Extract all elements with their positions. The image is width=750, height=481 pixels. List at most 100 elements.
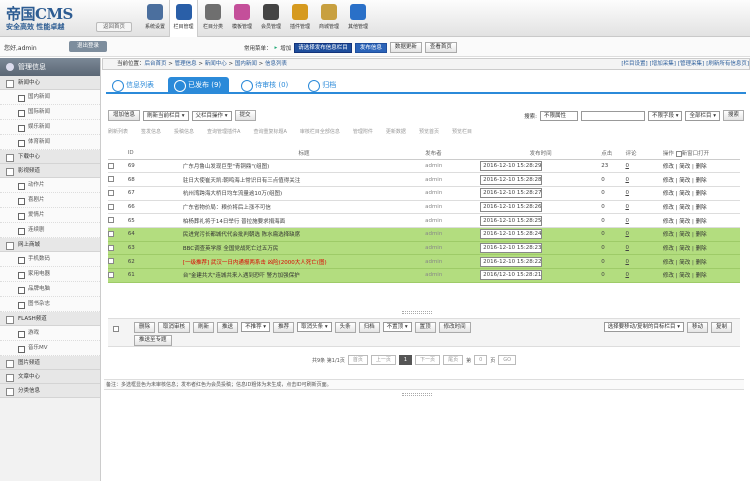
- column-action-link[interactable]: 查询管理插件A: [207, 127, 240, 138]
- breadcrumb-link[interactable]: 信息列表: [265, 61, 287, 67]
- search-field-select[interactable]: 不限字段 ▾: [647, 110, 683, 121]
- update-data-button[interactable]: 数据更新: [389, 42, 422, 53]
- bulk-action-button[interactable]: 推送: [217, 322, 239, 333]
- bulk-action-button[interactable]: 归档: [358, 322, 380, 333]
- go-button[interactable]: GO: [498, 355, 517, 365]
- sidebar-item[interactable]: 娱乐新闻: [0, 120, 100, 135]
- current-page[interactable]: 1: [398, 355, 413, 365]
- row-comments[interactable]: 0: [625, 268, 663, 283]
- first-page-button[interactable]: 首页: [347, 355, 368, 365]
- row-op-3[interactable]: 删除: [696, 273, 707, 279]
- row-op-2[interactable]: 简改: [679, 260, 690, 266]
- move-button[interactable]: 移动: [686, 322, 708, 333]
- row-op-2[interactable]: 简改: [679, 246, 690, 252]
- row-title[interactable]: 民进党污长都城代代会批判朝选 陈水扁选择缺席: [182, 227, 426, 242]
- row-op-2[interactable]: 简改: [679, 219, 690, 225]
- row-time-input[interactable]: 2016-12-10 15:28:25: [480, 215, 543, 226]
- sidebar-item[interactable]: 国际新闻: [0, 105, 100, 120]
- row-op-1[interactable]: 修改: [663, 260, 674, 266]
- row-op-2[interactable]: 简改: [679, 232, 690, 238]
- nav-item-1[interactable]: 系统设置: [140, 0, 169, 37]
- nav-item-5[interactable]: 会员管理: [256, 0, 285, 37]
- column-action-link[interactable]: 审核栏目全部信息: [300, 127, 340, 138]
- quick-add-link[interactable]: 增加: [280, 44, 291, 52]
- row-checkbox[interactable]: [108, 217, 114, 224]
- search-button[interactable]: 搜索: [722, 110, 744, 121]
- row-checkbox[interactable]: [108, 176, 114, 183]
- sidebar-item[interactable]: 家用电器: [0, 267, 100, 282]
- row-comments[interactable]: 0: [625, 241, 663, 256]
- select-all-checkbox[interactable]: [113, 326, 119, 332]
- row-title[interactable]: 广东月鲁山发现巨型"青铜鼎"(组图): [182, 159, 426, 174]
- bulk-action-button[interactable]: 不置顶 ▾: [382, 322, 412, 332]
- tab-3[interactable]: 待审核 (0): [235, 77, 296, 93]
- sidebar-group[interactable]: 下载中心: [0, 150, 100, 164]
- breadcrumb-link[interactable]: 后台首页: [145, 61, 167, 67]
- bulk-action-button[interactable]: 推荐: [273, 322, 295, 333]
- row-title[interactable]: 台"金建共大"连城共来入遇到恐吓 警方加强保护: [182, 268, 426, 283]
- row-op-1[interactable]: 修改: [663, 273, 674, 279]
- row-id[interactable]: 66: [127, 200, 183, 215]
- row-checkbox[interactable]: [108, 231, 114, 238]
- nav-item-7[interactable]: 商城管理: [314, 0, 343, 37]
- resize-handle[interactable]: [402, 311, 432, 314]
- row-op-3[interactable]: 删除: [696, 219, 707, 225]
- row-comments[interactable]: 0: [625, 213, 663, 228]
- breadcrumb-action-link[interactable]: [增加采集]: [650, 61, 676, 67]
- nav-item-2[interactable]: 栏目管理: [169, 0, 198, 37]
- view-home-button[interactable]: 查看首页: [424, 42, 457, 53]
- row-time-input[interactable]: 2016-12-10 15:28:27: [480, 188, 543, 199]
- breadcrumb-action-link[interactable]: [刷新所有信息页]: [706, 61, 749, 67]
- column-action-link[interactable]: 签发信息: [141, 127, 161, 138]
- row-checkbox[interactable]: [108, 258, 114, 265]
- row-id[interactable]: 61: [127, 268, 183, 283]
- row-op-1[interactable]: 修改: [663, 246, 674, 252]
- bulk-action-button[interactable]: 刷新: [193, 322, 215, 333]
- column-select[interactable]: 请选择发布信息栏目: [294, 42, 352, 53]
- goto-page-input[interactable]: 0: [474, 355, 488, 365]
- column-action-link[interactable]: 管理附件: [353, 127, 373, 138]
- next-page-button[interactable]: 下一页: [415, 355, 441, 365]
- row-comments[interactable]: 0: [625, 159, 663, 174]
- row-title[interactable]: 广东省物价局：粮价将后上涨不可信: [182, 200, 426, 215]
- row-id[interactable]: 69: [127, 159, 183, 174]
- column-action-link[interactable]: 查询重复标题A: [253, 127, 286, 138]
- sidebar-group[interactable]: FLASH频道: [0, 312, 100, 326]
- row-comments[interactable]: 0: [625, 254, 663, 269]
- submit-button[interactable]: 提交: [234, 110, 256, 121]
- add-info-button[interactable]: 增加信息: [108, 110, 141, 121]
- row-comments[interactable]: 0: [625, 227, 663, 242]
- row-op-3[interactable]: 删除: [696, 260, 707, 266]
- publish-button[interactable]: 发布信息: [354, 42, 387, 53]
- row-op-3[interactable]: 删除: [696, 178, 707, 184]
- row-time-input[interactable]: 2016-12-10 15:28:29: [480, 160, 543, 171]
- row-checkbox[interactable]: [108, 244, 114, 251]
- breadcrumb-action-link[interactable]: [管理采集]: [678, 61, 704, 67]
- nav-item-6[interactable]: 插件管理: [285, 0, 314, 37]
- row-time-input[interactable]: 2016-12-10 15:28:22: [480, 256, 543, 267]
- bulk-action-button[interactable]: 推送至专题: [134, 335, 172, 346]
- row-op-3[interactable]: 删除: [696, 164, 707, 170]
- row-op-1[interactable]: 修改: [663, 191, 674, 197]
- row-op-1[interactable]: 修改: [663, 178, 674, 184]
- tab-2[interactable]: 已发布 (9): [168, 77, 230, 93]
- row-op-2[interactable]: 简改: [679, 273, 690, 279]
- row-title[interactable]: BBC调查英学原 全国党战死亡过五万民: [182, 241, 426, 256]
- sidebar-item[interactable]: 连续剧: [0, 223, 100, 238]
- tab-4[interactable]: 归档: [302, 77, 344, 93]
- sidebar-group[interactable]: 新闻中心: [0, 76, 100, 90]
- breadcrumb-link[interactable]: 国内新闻: [235, 61, 257, 67]
- bulk-action-button[interactable]: 置顶: [414, 322, 436, 333]
- row-id[interactable]: 67: [127, 186, 183, 201]
- sidebar-group[interactable]: 影视频道: [0, 164, 100, 178]
- row-op-1[interactable]: 修改: [663, 232, 674, 238]
- nav-item-4[interactable]: 模板管理: [227, 0, 256, 37]
- row-comments[interactable]: 0: [625, 172, 663, 187]
- last-page-button[interactable]: 尾页: [443, 355, 464, 365]
- breadcrumb-action-link[interactable]: [栏目设置]: [621, 61, 647, 67]
- bulk-action-button[interactable]: 头条: [334, 322, 356, 333]
- column-action-link[interactable]: 投稿信息: [174, 127, 194, 138]
- parent-column-select[interactable]: 父栏目操作 ▾: [191, 110, 232, 121]
- row-op-3[interactable]: 删除: [696, 232, 707, 238]
- resize-handle-bottom[interactable]: [402, 393, 432, 396]
